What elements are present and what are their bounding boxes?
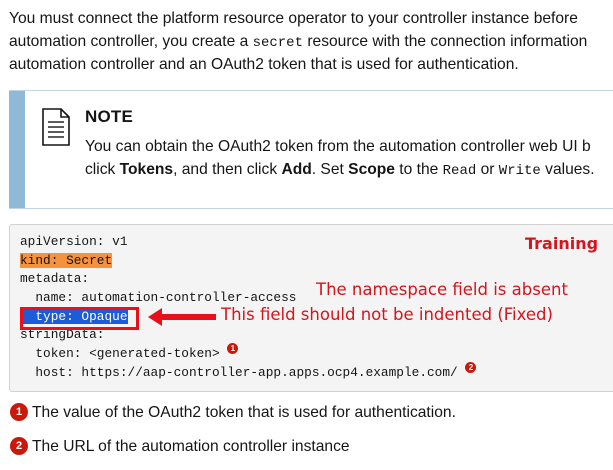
- intro-line-2-pre: automation controller, you create a: [9, 33, 253, 50]
- intro-line-1: You must connect the platform resource o…: [9, 10, 578, 27]
- code-line-host: host: https://aap-controller-app.apps.oc…: [20, 362, 477, 382]
- callout-1-text: The value of the OAuth2 token that is us…: [32, 404, 456, 421]
- yaml-code-block: apiVersion: v1 kind: Secret metadata: na…: [9, 224, 613, 392]
- token-text: token: <generated-token>: [20, 346, 220, 361]
- kind-highlight: kind: Secret: [20, 253, 113, 268]
- left-arrow-icon: [148, 308, 216, 326]
- callout-1-badge: 1: [10, 402, 28, 421]
- host-text: host: https://aap-controller-app.apps.oc…: [20, 365, 458, 380]
- callout-list: 1 The value of the OAuth2 token that is u…: [10, 402, 613, 470]
- code-line-token: token: <generated-token> 1: [20, 343, 239, 363]
- intro-line-2-post: resource with the connection information: [303, 33, 588, 50]
- intro-paragraph: You must connect the platform resource o…: [9, 7, 613, 76]
- note-content: NOTE You can obtain the OAuth2 token fro…: [25, 91, 613, 208]
- list-item: 2 The URL of the automation controller in…: [10, 436, 613, 470]
- note-text-fragment: click: [85, 161, 120, 178]
- note-title: NOTE: [85, 107, 134, 126]
- scope-label: Scope: [348, 161, 395, 178]
- note-accent-bar: [9, 91, 25, 208]
- callout-2-marker: 2: [465, 362, 477, 373]
- note-line-2: click Tokens, and then click Add. Set Sc…: [85, 158, 595, 181]
- note-text-fragment: or: [476, 161, 499, 178]
- type-field-highlight-box: [20, 307, 139, 330]
- note-text-fragment: , and then click: [173, 161, 282, 178]
- callout-1-marker: 1: [227, 343, 239, 354]
- namespace-absent-annotation: The namespace field is absent: [316, 280, 568, 299]
- add-label: Add: [281, 161, 312, 178]
- indent-fixed-annotation: This field should not be indented (Fixed…: [221, 305, 553, 324]
- document-note-icon: [42, 108, 70, 146]
- code-line-apiversion: apiVersion: v1: [20, 234, 128, 249]
- note-text-fragment: to the: [394, 161, 443, 178]
- note-line-1: You can obtain the OAuth2 token from the…: [85, 138, 591, 155]
- note-text-fragment: . Set: [311, 161, 349, 178]
- intro-line-3: automation controller and an OAuth2 toke…: [9, 56, 519, 73]
- read-code: Read: [442, 163, 477, 179]
- code-line-kind: kind: Secret: [20, 252, 113, 270]
- callout-2-badge: 2: [10, 436, 28, 455]
- training-label: Training: [525, 234, 599, 253]
- callout-2-text: The URL of the automation controller ins…: [32, 438, 350, 455]
- intro-line-2: automation controller, you create a secr…: [9, 30, 613, 53]
- list-item: 1 The value of the OAuth2 token that is u…: [10, 402, 613, 436]
- note-text: You can obtain the OAuth2 token from the…: [85, 135, 595, 181]
- tokens-label: Tokens: [119, 161, 174, 178]
- write-code: Write: [498, 163, 541, 179]
- code-line-metadata: metadata:: [20, 271, 90, 286]
- secret-code: secret: [252, 35, 303, 51]
- note-admonition: NOTE You can obtain the OAuth2 token fro…: [9, 90, 613, 209]
- note-text-fragment: values.: [540, 161, 595, 178]
